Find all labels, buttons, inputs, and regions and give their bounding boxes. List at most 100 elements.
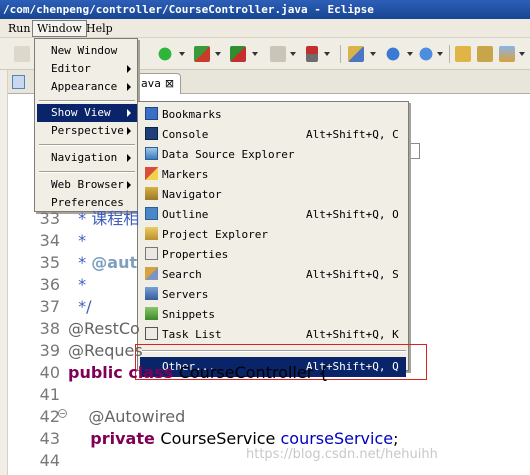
menu-run[interactable]: Run <box>4 20 34 37</box>
menu-window[interactable]: Window <box>32 20 87 37</box>
code-line: * 课程相 <box>68 208 139 230</box>
showview-item-label: Outline <box>162 208 209 221</box>
showview-item-project-explorer[interactable]: Project Explorer <box>140 225 406 245</box>
window-title: /com/chenpeng/controller/CourseControlle… <box>0 0 530 19</box>
java-file-icon <box>12 75 25 89</box>
showview-item-navigator[interactable]: Navigator <box>140 185 406 205</box>
showview-item-task-list[interactable]: Task List Alt+Shift+Q, K <box>140 325 406 345</box>
markers-icon <box>145 167 158 180</box>
window-menu-dropdown: New Window Editor Appearance Show View P… <box>34 38 138 212</box>
project-explorer-icon <box>145 227 158 240</box>
line-number: 42 <box>39 407 60 426</box>
run-dropdown-icon[interactable] <box>179 46 185 62</box>
submenu-arrow-icon <box>127 109 131 117</box>
toolbar-separator <box>449 45 450 63</box>
showview-item-markers[interactable]: Markers <box>140 165 406 185</box>
stop-dropdown-icon[interactable] <box>290 46 296 62</box>
line-number: 37 <box>39 297 60 316</box>
toolbar-back-icon[interactable] <box>14 46 30 62</box>
server-dropdown-icon[interactable] <box>324 46 330 62</box>
package-dropdown-icon[interactable] <box>407 46 413 62</box>
close-icon[interactable]: ⊠ <box>165 77 174 90</box>
showview-item-label: Snippets <box>162 308 215 321</box>
line-number: 38 <box>39 319 60 338</box>
showview-item-label: Properties <box>162 248 229 261</box>
server-icon[interactable] <box>306 46 318 62</box>
servers-icon <box>145 287 158 300</box>
showview-item-label: Console <box>162 128 209 141</box>
properties-icon <box>145 247 158 260</box>
menuitem-editor[interactable]: Editor <box>37 60 137 78</box>
code-token: @RestCo <box>68 319 140 338</box>
code-token: ; <box>393 429 399 448</box>
navigator-icon <box>145 187 158 200</box>
toolbar-separator <box>340 45 341 63</box>
code-line: * <box>68 274 86 296</box>
showview-item-shortcut: Alt+Shift+Q, S <box>306 268 399 281</box>
menu-bar: Run Window Help <box>0 19 530 38</box>
showview-item-data-source-explorer[interactable]: Data Source Explorer <box>140 145 406 165</box>
debug-icon[interactable] <box>194 46 210 62</box>
submenu-arrow-icon <box>127 154 131 162</box>
bookmarks-icon <box>145 107 158 120</box>
submenu-arrow-icon <box>127 181 131 189</box>
showview-item-console[interactable]: Console Alt+Shift+Q, C <box>140 125 406 145</box>
console-icon <box>145 127 158 140</box>
external-tools-icon[interactable] <box>230 46 246 62</box>
code-token: * 课程相 <box>68 209 140 228</box>
menuitem-new-window[interactable]: New Window <box>37 42 137 60</box>
code-line: public class CourseController { <box>68 362 329 384</box>
line-number: 39 <box>39 341 60 360</box>
showview-item-label: Task List <box>162 328 222 341</box>
new-package-icon[interactable] <box>385 46 401 62</box>
menu-separator <box>39 100 135 102</box>
code-line: * <box>68 230 86 252</box>
menuitem-appearance[interactable]: Appearance <box>37 78 137 96</box>
showview-item-label: Navigator <box>162 188 222 201</box>
showview-item-label: Project Explorer <box>162 228 268 241</box>
showview-item-servers[interactable]: Servers <box>140 285 406 305</box>
code-token: courseService <box>280 429 394 448</box>
code-token: private <box>68 429 161 448</box>
editor-tab-coursecontroller[interactable]: ava ⊠ <box>134 73 182 94</box>
debug-dropdown-icon[interactable] <box>215 46 221 62</box>
showview-item-snippets[interactable]: Snippets <box>140 305 406 325</box>
stop-icon[interactable] <box>270 46 286 62</box>
showview-item-label: Bookmarks <box>162 108 222 121</box>
showview-item-outline[interactable]: Outline Alt+Shift+Q, O <box>140 205 406 225</box>
code-token: * <box>68 253 92 272</box>
search-toolbar-icon[interactable] <box>499 46 515 62</box>
showview-item-properties[interactable]: Properties <box>140 245 406 265</box>
open-resource-icon[interactable] <box>477 46 493 62</box>
run-icon[interactable] <box>157 46 173 62</box>
search-icon <box>145 267 158 280</box>
showview-item-shortcut: Alt+Shift+Q, K <box>306 328 399 341</box>
menuitem-show-view[interactable]: Show View <box>37 104 137 122</box>
menuitem-navigation[interactable]: Navigation <box>37 149 137 167</box>
showview-item-bookmarks[interactable]: Bookmarks <box>140 105 406 125</box>
menu-help[interactable]: Help <box>82 20 117 37</box>
search-dropdown-icon[interactable] <box>519 46 525 62</box>
outline-icon <box>145 207 158 220</box>
code-token: * <box>68 231 87 250</box>
code-token: class <box>128 363 179 382</box>
showview-item-search[interactable]: Search Alt+Shift+Q, S <box>140 265 406 285</box>
snippets-icon <box>145 307 158 320</box>
new-interface-icon[interactable] <box>418 46 434 62</box>
code-token: * <box>68 275 87 294</box>
code-line: @Autowired <box>68 406 185 428</box>
showview-item-label: Data Source Explorer <box>162 148 295 161</box>
open-type-icon[interactable] <box>455 46 471 62</box>
code-line: private CourseService courseService; <box>68 428 399 450</box>
new-dropdown-icon[interactable] <box>370 46 376 62</box>
showview-item-shortcut: Alt+Shift+Q, O <box>306 208 399 221</box>
menuitem-perspective[interactable]: Perspective <box>37 122 137 140</box>
menuitem-web-browser[interactable]: Web Browser <box>37 176 137 194</box>
code-line: @RestCo <box>68 318 140 340</box>
external-tools-dropdown-icon[interactable] <box>252 46 258 62</box>
interface-dropdown-icon[interactable] <box>437 46 443 62</box>
line-number: 43 <box>39 429 60 448</box>
hidden-input-field <box>410 143 420 159</box>
line-number: 44 <box>39 451 60 470</box>
new-java-class-icon[interactable] <box>348 46 364 62</box>
